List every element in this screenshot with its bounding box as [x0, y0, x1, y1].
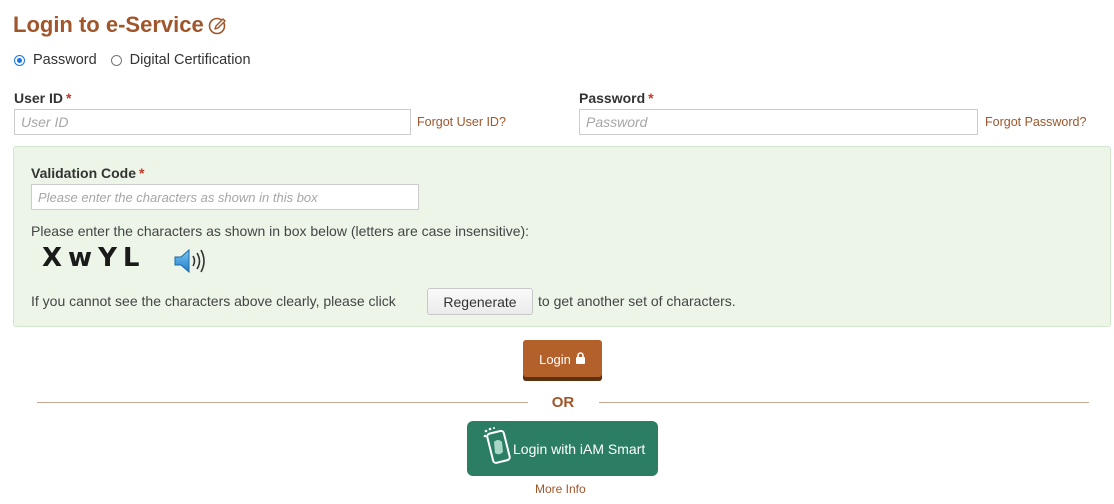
auth-method-group: Password Digital Certification — [14, 52, 265, 68]
validation-panel: Validation Code * Please enter the charac… — [13, 146, 1111, 327]
forgot-password-link[interactable]: Forgot Password? — [985, 115, 1086, 129]
validation-code-label-text: Validation Code — [31, 165, 137, 181]
iam-smart-phone-icon — [481, 426, 511, 471]
separator-right — [599, 402, 1089, 403]
edit-help-icon[interactable] — [208, 15, 228, 35]
radio-digital-certification-dot[interactable] — [110, 54, 122, 66]
user-id-required-mark: * — [66, 90, 72, 106]
password-required-mark: * — [648, 90, 654, 106]
password-label-text: Password — [579, 90, 646, 106]
radio-password-dot[interactable] — [14, 54, 25, 66]
regenerate-prefix-text: If you cannot see the characters above c… — [31, 293, 396, 309]
captcha-image: XwYL — [42, 243, 146, 273]
more-info-link[interactable]: More Info — [535, 482, 586, 496]
separator-left — [37, 402, 528, 403]
radio-digital-certification[interactable]: Digital Certification — [110, 52, 251, 68]
user-id-input[interactable] — [14, 109, 411, 135]
page-title-text: Login to e-Service — [13, 12, 204, 37]
user-id-label-text: User ID — [14, 90, 64, 106]
or-separator-label: OR — [551, 394, 575, 411]
login-button-label: Login — [539, 352, 571, 367]
regenerate-suffix-text: to get another set of characters. — [538, 293, 736, 309]
login-with-iam-smart-button[interactable]: Login with iAM Smart — [467, 421, 658, 476]
password-label: Password * — [579, 90, 654, 106]
login-button[interactable]: Login — [523, 340, 602, 381]
radio-password-label: Password — [33, 52, 97, 68]
validation-code-required-mark: * — [139, 165, 145, 181]
radio-password[interactable]: Password — [14, 52, 97, 68]
regenerate-button[interactable]: Regenerate — [427, 288, 533, 315]
lock-icon — [575, 352, 586, 367]
forgot-user-id-link[interactable]: Forgot User ID? — [417, 115, 506, 129]
user-id-label: User ID * — [14, 90, 71, 106]
validation-code-label: Validation Code * — [31, 165, 144, 181]
radio-digital-certification-label: Digital Certification — [129, 52, 251, 68]
page-title: Login to e-Service — [13, 12, 228, 38]
captcha-instruction: Please enter the characters as shown in … — [31, 223, 530, 239]
password-input[interactable] — [579, 109, 978, 135]
validation-code-input[interactable] — [31, 184, 419, 210]
iam-smart-button-label: Login with iAM Smart — [513, 440, 646, 457]
speaker-icon[interactable] — [172, 246, 208, 276]
